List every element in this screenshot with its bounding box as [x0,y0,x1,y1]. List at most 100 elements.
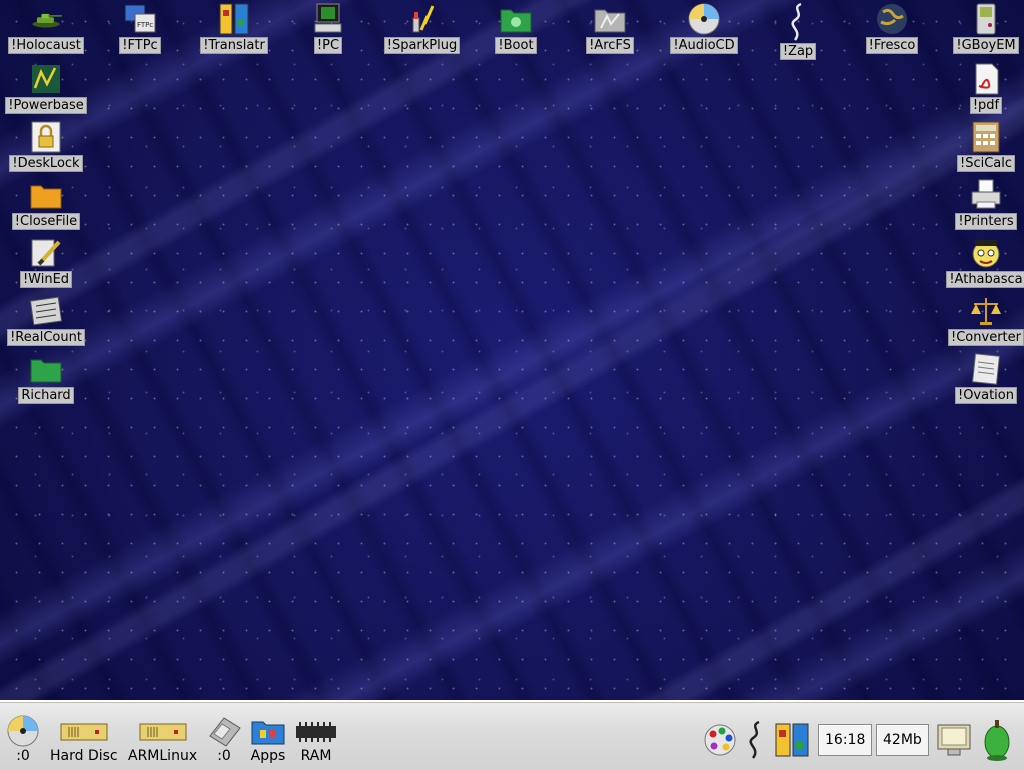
app-label: !Zap [779,43,817,60]
app-label: !WinEd [19,271,73,288]
counter-icon [29,294,63,328]
app-label: !PC [313,37,343,54]
ftp-icon: FTPc [123,2,157,36]
app-icon-pc[interactable]: !PC [282,2,374,54]
iconbar: :0 Hard Disc ARMLinux :0 Apps RAM 16:18 … [0,700,1024,770]
tank-icon [29,2,63,36]
app-label: !Fresco [865,37,919,54]
desktop-backdrop[interactable]: !Holocaust FTPc !FTPc !Translatr !PC !Sp… [0,0,1024,700]
iconbar-cd-drive[interactable]: :0 [6,714,40,764]
floppy-drive-label: :0 [217,748,231,764]
app-icon-ftpc[interactable]: FTPc !FTPc [94,2,186,54]
translator-icon [774,714,810,766]
app-icon-pdf[interactable]: !pdf [940,62,1024,114]
folder-richard[interactable]: Richard [0,352,92,404]
app-icon-gboyem[interactable]: !GBoyEM [940,2,1024,54]
hard-disc-icon [59,714,109,748]
app-label: !Athabasca [946,271,1024,288]
boot-folder-icon [499,2,533,36]
printer-icon [969,178,1003,212]
face-icon [969,236,1003,270]
app-icon-closefile[interactable]: !CloseFile [0,178,92,230]
hard-disc-icon [138,714,188,748]
app-icon-athabasca[interactable]: !Athabasca [940,236,1024,288]
acorn-icon [982,714,1012,766]
app-label: !Translatr [200,37,268,54]
iconbar-zap[interactable] [744,714,768,766]
app-label: !GBoyEM [953,37,1019,54]
iconbar-translatr[interactable] [774,714,810,766]
iconbar-floppy-drive[interactable]: :0 [206,714,242,764]
svg-text:FTPc: FTPc [137,21,153,29]
app-icon-converter[interactable]: !Converter [940,294,1024,346]
pdf-icon [969,62,1003,96]
app-icon-arcfs[interactable]: !ArcFS [564,2,656,54]
globe-icon [875,2,909,36]
pc-icon [311,2,345,36]
app-icon-scicalc[interactable]: !SciCalc [940,120,1024,172]
app-icon-ovation[interactable]: !Ovation [940,352,1024,404]
monitor-icon [936,714,972,766]
iconbar-apps[interactable]: Apps [250,714,286,764]
iconbar-display-manager[interactable] [936,714,972,766]
zap-icon [781,2,815,42]
app-icon-boot[interactable]: !Boot [470,2,562,54]
app-label: !FTPc [119,37,161,54]
ram-chip-icon [294,714,338,748]
app-label: !SciCalc [956,155,1016,172]
palette-icon [702,714,738,766]
app-label: !DeskLock [9,155,83,172]
archive-folder-icon [593,2,627,36]
app-label: !Printers [955,213,1017,230]
app-icon-zap[interactable]: !Zap [752,2,844,60]
translator-icon [217,2,251,36]
app-icon-desklock[interactable]: !DeskLock [0,120,92,172]
app-icon-translatr[interactable]: !Translatr [188,2,280,54]
iconbar-armlinux[interactable]: ARMLinux [128,714,197,764]
app-label: !pdf [969,97,1003,114]
cd-drive-label: :0 [16,748,30,764]
sparkplug-icon [405,2,439,36]
folder-icon [29,178,63,212]
iconbar-paint-app[interactable] [702,714,738,766]
green-folder-icon [29,352,63,386]
app-icon-printers[interactable]: !Printers [940,178,1024,230]
app-label: !AudioCD [670,37,738,54]
app-icon-sparkplug[interactable]: !SparkPlug [376,2,468,54]
zap-icon [744,714,768,766]
document-icon [969,352,1003,386]
ram-label: RAM [300,748,332,764]
iconbar-task-manager[interactable] [982,714,1012,766]
iconbar-ram-disc[interactable]: RAM [294,714,338,764]
app-icon-powerbase[interactable]: !Powerbase [0,62,92,114]
gameboy-icon [969,2,1003,36]
app-label: Richard [18,387,74,404]
scales-icon [969,294,1003,328]
cd-icon [687,2,721,36]
cd-icon [6,714,40,748]
app-label: !RealCount [7,329,85,346]
app-label: !Converter [948,329,1024,346]
clock-display[interactable]: 16:18 [818,724,873,756]
app-icon-wined[interactable]: !WinEd [0,236,92,288]
app-label: !Powerbase [5,97,87,114]
app-label: !SparkPlug [383,37,461,54]
hard-disc-label: Hard Disc [50,748,118,764]
app-icon-holocaust[interactable]: !Holocaust [0,2,92,54]
chart-icon [29,62,63,96]
free-memory-display[interactable]: 42Mb [876,724,929,756]
app-label: !Holocaust [8,37,84,54]
iconbar-hard-disc[interactable]: Hard Disc [50,714,118,764]
app-label: !ArcFS [586,37,634,54]
lock-icon [29,120,63,154]
armlinux-label: ARMLinux [128,748,198,764]
app-label: !CloseFile [11,213,81,230]
pencil-icon [29,236,63,270]
apps-folder-icon [250,714,286,748]
app-icon-audiocd[interactable]: !AudioCD [658,2,750,54]
floppy-icon [206,714,242,748]
apps-label: Apps [250,748,286,764]
app-icon-realcount[interactable]: !RealCount [0,294,92,346]
app-icon-fresco[interactable]: !Fresco [846,2,938,54]
app-label: !Boot [495,37,537,54]
